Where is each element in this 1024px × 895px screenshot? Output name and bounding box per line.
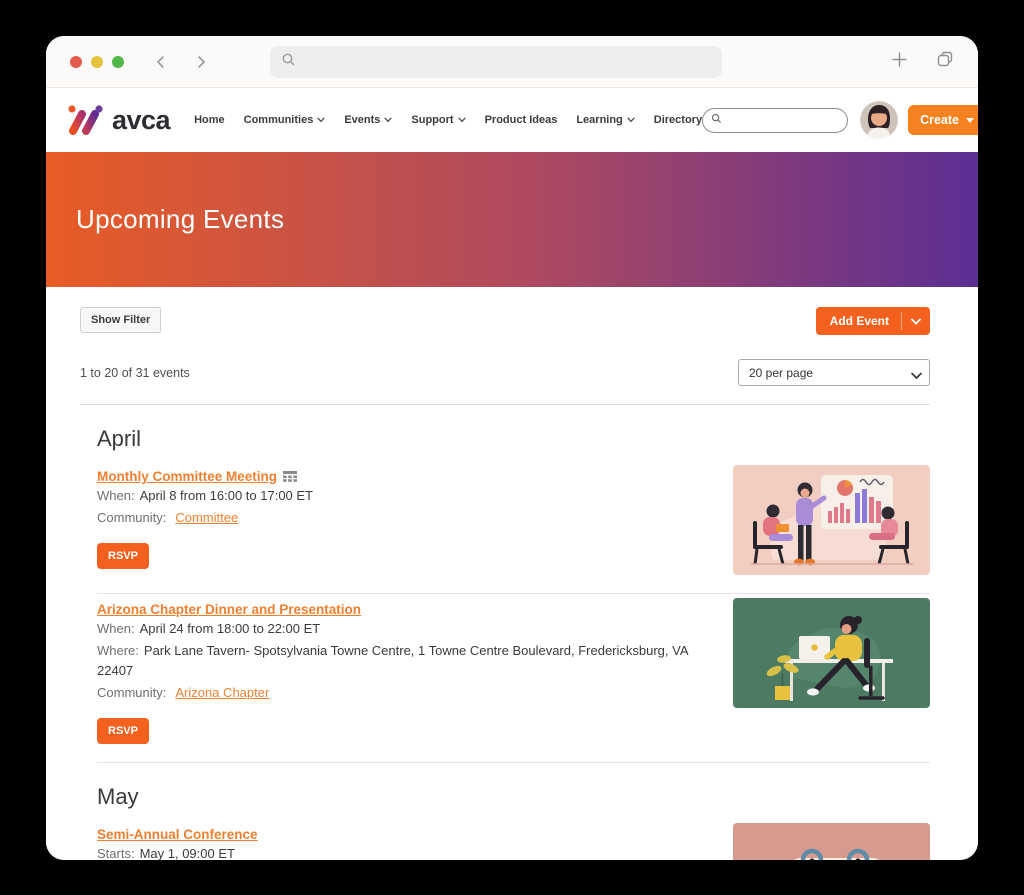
- nav-item-label: Directory: [654, 114, 702, 126]
- detail-label: When:: [97, 488, 135, 503]
- detail-value: May 1, 09:00 ET: [140, 846, 235, 860]
- nav-item-label: Home: [194, 114, 225, 126]
- nav-item-label: Events: [344, 114, 380, 126]
- event-detail-line: Where:Park Lane Tavern- Spotsylvania Tow…: [97, 641, 711, 681]
- add-event-button[interactable]: Add Event: [816, 307, 930, 335]
- close-window-icon[interactable]: [70, 56, 82, 68]
- event-title-link[interactable]: Monthly Committee Meeting: [97, 469, 277, 484]
- nav-item-product-ideas[interactable]: Product Ideas: [485, 114, 558, 126]
- site-search[interactable]: [702, 108, 848, 133]
- detail-label: When:: [97, 621, 135, 636]
- rsvp-button[interactable]: RSVP: [97, 543, 149, 569]
- detail-label: Where:: [97, 643, 139, 658]
- detail-value: Park Lane Tavern- Spotsylvania Towne Cen…: [97, 643, 688, 678]
- detail-label: Community:: [97, 685, 166, 700]
- create-button[interactable]: Create: [908, 105, 978, 135]
- search-icon: [711, 111, 722, 129]
- nav-item-learning[interactable]: Learning: [576, 114, 634, 126]
- browser-window: avca Home Communities Events Support Product…: [46, 36, 978, 860]
- rsvp-button[interactable]: RSVP: [97, 718, 149, 744]
- event-detail-line: Community: Committee: [97, 508, 711, 528]
- chevron-down-icon: [317, 117, 325, 123]
- event-info: Monthly Committee Meeting When: April 8 fr…: [97, 465, 711, 569]
- brand-name: avca: [112, 105, 170, 136]
- nav-item-label: Product Ideas: [485, 114, 558, 126]
- maximize-window-icon[interactable]: [112, 56, 124, 68]
- nav-item-label: Support: [411, 114, 453, 126]
- month-heading: May: [97, 784, 930, 810]
- detail-label: Community:: [97, 510, 166, 525]
- per-page-select[interactable]: 20 per page: [738, 359, 930, 386]
- main-nav-menu: Home Communities Events Support Product Idea…: [194, 114, 702, 126]
- month-heading: April: [97, 426, 930, 452]
- detail-value: April 24 from 18:00 to 22:00 ET: [140, 621, 321, 636]
- remote-work-illustration: [733, 598, 930, 708]
- add-event-label: Add Event: [816, 307, 901, 335]
- event-row: Semi-Annual Conference Starts: May 1, 09:0…: [97, 823, 930, 860]
- nav-item-communities[interactable]: Communities: [244, 114, 326, 126]
- nav-item-directory[interactable]: Directory: [654, 114, 702, 126]
- chevron-down-icon: [458, 117, 466, 123]
- page-title: Upcoming Events: [76, 204, 284, 235]
- nav-item-home[interactable]: Home: [194, 114, 225, 126]
- event-detail-line: Community: Arizona Chapter: [97, 683, 711, 703]
- event-detail-line: When: April 24 from 18:00 to 22:00 ET: [97, 619, 711, 639]
- hero-banner: Upcoming Events: [46, 152, 978, 287]
- team-presentation-illustration: [733, 465, 930, 575]
- event-detail-line: When: April 8 from 16:00 to 17:00 ET: [97, 486, 711, 506]
- chevron-down-icon: [966, 118, 974, 123]
- site-search-input[interactable]: [727, 114, 847, 126]
- event-title-link[interactable]: Arizona Chapter Dinner and Presentation: [97, 602, 361, 617]
- window-controls: [70, 56, 124, 68]
- chevron-down-icon[interactable]: [902, 307, 930, 335]
- event-title-link[interactable]: Semi-Annual Conference: [97, 827, 258, 842]
- address-bar[interactable]: [270, 46, 722, 78]
- event-divider: [97, 762, 930, 763]
- nav-item-label: Learning: [576, 114, 622, 126]
- community-link[interactable]: Arizona Chapter: [175, 685, 269, 700]
- content-divider: [80, 404, 930, 405]
- event-divider: [97, 593, 930, 594]
- event-row: Monthly Committee Meeting When: April 8 fr…: [97, 465, 930, 575]
- nav-item-label: Communities: [244, 114, 314, 126]
- back-icon[interactable]: [154, 55, 168, 69]
- minimize-window-icon[interactable]: [91, 56, 103, 68]
- chevron-down-icon: [384, 117, 392, 123]
- events-content: Show Filter Add Event 1 to 20 of 31 even…: [46, 287, 978, 860]
- detail-value: April 8 from 16:00 to 17:00 ET: [140, 488, 313, 503]
- event-info: Arizona Chapter Dinner and Presentation W…: [97, 598, 711, 744]
- nav-item-events[interactable]: Events: [344, 114, 392, 126]
- event-row: Arizona Chapter Dinner and Presentation W…: [97, 598, 930, 744]
- forward-icon[interactable]: [194, 55, 208, 69]
- site-navbar: avca Home Communities Events Support Product…: [46, 88, 978, 152]
- avca-logo-mark: [64, 102, 108, 138]
- per-page-select-wrap: 20 per page: [738, 359, 930, 386]
- search-icon: [281, 52, 296, 72]
- browser-chrome-bar: [46, 36, 978, 88]
- tabs-icon[interactable]: [936, 50, 954, 73]
- avca-logo[interactable]: avca: [64, 102, 170, 138]
- create-button-label: Create: [920, 113, 959, 127]
- detail-label: Starts:: [97, 846, 135, 860]
- new-tab-icon[interactable]: [891, 51, 908, 73]
- event-info: Semi-Annual Conference Starts: May 1, 09:0…: [97, 823, 711, 860]
- show-filter-button[interactable]: Show Filter: [80, 307, 161, 333]
- event-detail-line: Starts: May 1, 09:00 ET: [97, 844, 711, 860]
- nav-item-support[interactable]: Support: [411, 114, 465, 126]
- recurring-event-icon: [283, 471, 297, 482]
- community-link[interactable]: Committee: [175, 510, 238, 525]
- user-avatar[interactable]: [860, 101, 898, 139]
- event-list: April Monthly Committee Meeting When: April…: [80, 426, 930, 860]
- chevron-down-icon: [627, 117, 635, 123]
- events-count-text: 1 to 20 of 31 events: [80, 366, 190, 380]
- calendar-illustration: [733, 823, 930, 860]
